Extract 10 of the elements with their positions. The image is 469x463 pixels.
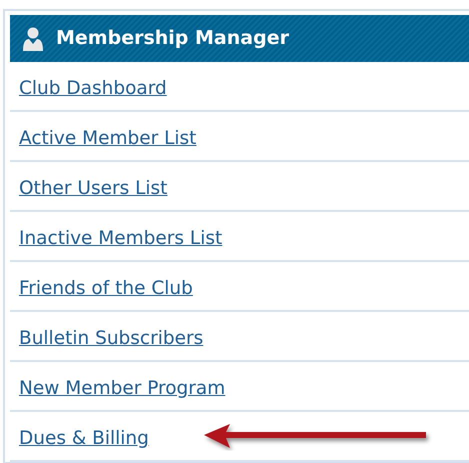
menu-link[interactable]: Bulletin Subscribers — [19, 325, 204, 353]
menu-link[interactable]: New Member Program — [19, 375, 226, 403]
menu-link[interactable]: Friends of the Club — [19, 275, 193, 303]
menu-link[interactable]: Inactive Members List — [19, 225, 222, 253]
menu-link[interactable]: Active Member List — [19, 125, 196, 153]
menu-link[interactable]: Dues & Billing — [19, 425, 149, 453]
menu-link[interactable]: Club Dashboard — [19, 75, 167, 103]
menu-link[interactable]: Other Users List — [19, 175, 168, 203]
panel-title: Membership Manager — [56, 26, 289, 52]
user-icon — [22, 26, 44, 50]
